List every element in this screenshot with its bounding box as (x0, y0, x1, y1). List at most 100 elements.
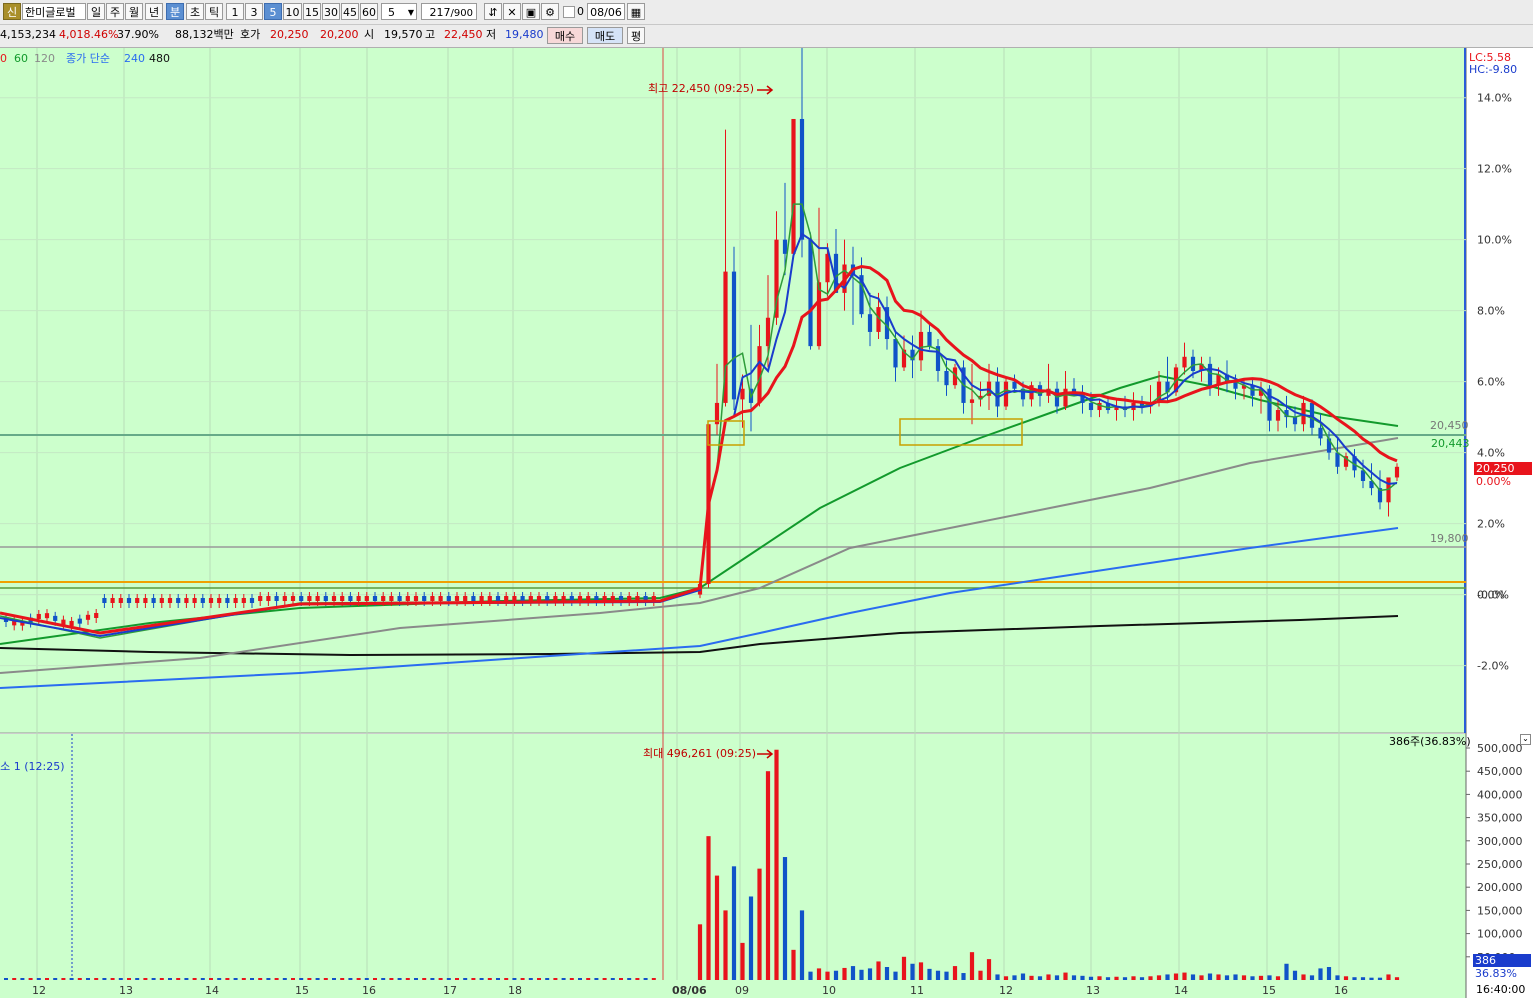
buy-button[interactable]: 매수 (547, 27, 583, 44)
volume-bar (258, 978, 263, 980)
candle-body (1275, 410, 1281, 421)
pre-candle (422, 596, 427, 601)
volume-ratio: 4,018.46% (59, 28, 119, 41)
volume-bar (1063, 972, 1068, 980)
period-tab[interactable]: 일 (87, 3, 105, 20)
volume-bar (1318, 968, 1323, 980)
checkbox[interactable] (563, 6, 575, 18)
volume-bar (774, 749, 779, 980)
line-label-20450: 20,450 (1430, 419, 1469, 432)
price-tick-label: -2.0% (1477, 660, 1509, 673)
volume-bar (782, 857, 788, 980)
current-pct-label: 0.00% (1476, 475, 1511, 488)
volume-bar (496, 978, 500, 980)
volume-bar (706, 836, 711, 980)
pre-candle (102, 598, 107, 603)
volume-bar (348, 978, 353, 980)
candle-body (1207, 363, 1213, 386)
volume-bar (1003, 976, 1009, 980)
volume-bar (373, 978, 377, 980)
volume-bar (1207, 973, 1213, 980)
time-tick-label: 13 (119, 984, 133, 997)
eval-button[interactable]: 평 (627, 27, 645, 44)
minute-tab[interactable]: 60 (360, 3, 378, 20)
volume-bar (291, 978, 295, 980)
volume-bar (1275, 976, 1281, 980)
volume-bar (635, 978, 640, 980)
volume-bar (209, 978, 213, 980)
pre-candle (372, 596, 378, 601)
price-chart[interactable]: 14.0%12.0%10.0%8.0%6.0%4.0%2.0%0.0%-0.0%… (0, 48, 1533, 998)
minute-tab[interactable]: 3 (245, 3, 263, 20)
volume-bar (927, 968, 932, 980)
minute-tab[interactable]: 15 (303, 3, 321, 20)
volume-tick-label: 450,000 (1477, 765, 1523, 778)
pre-candle (94, 613, 99, 619)
gear-icon[interactable]: ⚙ (541, 3, 559, 20)
panel-toggle-icon[interactable]: ⌄ (1520, 734, 1531, 745)
time-tick-label: 18 (508, 984, 522, 997)
volume-bar (825, 971, 830, 980)
pre-candle (282, 596, 287, 601)
volume-bar (1054, 975, 1060, 980)
low-price: 19,480 (505, 28, 544, 41)
chart-area[interactable]: 14.0% 12.0% 10.0% 8.0% 6.0% 4.0% 2.0% 0.0% -0.0%… (0, 48, 1533, 998)
pre-candle (143, 598, 148, 603)
volume-tick-label: 100,000 (1477, 928, 1523, 941)
price-tick-label: 4.0% (1477, 447, 1505, 460)
volume-bar (1301, 974, 1306, 980)
sell-button[interactable]: 매도 (587, 27, 623, 44)
pre-candle (77, 618, 82, 624)
period-tab[interactable]: 월 (125, 3, 143, 20)
volume-bar (438, 978, 443, 980)
save-icon[interactable]: ▣ (522, 3, 540, 20)
volume-bar (1394, 977, 1400, 980)
time-tick-label: 15 (295, 984, 309, 997)
minute-tab[interactable]: 30 (322, 3, 340, 20)
date-field[interactable]: 08/06 (587, 3, 625, 20)
volume-bar (200, 978, 205, 980)
low-label: 저 (486, 28, 497, 41)
volume-bar (740, 942, 745, 980)
volume-bar (1309, 975, 1315, 980)
volume-bar (282, 978, 287, 980)
pre-candle (110, 598, 115, 603)
price-tick-label: 8.0% (1477, 305, 1505, 318)
period-tab[interactable]: 주 (106, 3, 124, 20)
minute-tab[interactable]: 45 (341, 3, 359, 20)
stock-name-field[interactable]: 한미글로벌 (22, 3, 86, 20)
minute-tab[interactable]: 10 (283, 3, 302, 20)
minute-tab[interactable]: 5 (264, 3, 282, 20)
pre-candle (504, 596, 509, 601)
volume-badge-pct: 36.83% (1475, 967, 1517, 980)
minute-tab[interactable]: 1 (226, 3, 244, 20)
volume-bar (69, 978, 74, 980)
pre-candle (430, 596, 435, 601)
pre-candle (208, 598, 214, 603)
volume-bar (397, 978, 402, 980)
volume-bar (1352, 977, 1357, 980)
pre-candle (340, 596, 345, 601)
period-tab[interactable]: 년 (145, 3, 163, 20)
period-tab[interactable]: 틱 (205, 3, 223, 20)
calendar-icon[interactable]: ▦ (627, 3, 645, 20)
volume-bar (1267, 975, 1272, 980)
volume-bar (545, 978, 550, 980)
volume-bar (1224, 975, 1230, 980)
turnover: 37.90% (117, 28, 159, 41)
chart-tool-icon[interactable]: ⇵ (484, 3, 502, 20)
close-time-label: 16:40:00 (1476, 983, 1526, 996)
period-tab[interactable]: 초 (186, 3, 204, 20)
count-field[interactable]: 217/900 (421, 3, 477, 20)
interval-select[interactable]: 5 ▼ (381, 3, 417, 20)
period-tab[interactable]: 분 (166, 3, 184, 20)
volume-bar (340, 978, 345, 980)
volume-bar (867, 968, 873, 980)
cross-tool-icon[interactable]: ✕ (503, 3, 521, 20)
price-tick-label: 2.0% (1477, 518, 1505, 531)
interval-value: 5 (388, 6, 395, 19)
pre-candle (233, 598, 238, 603)
pre-candle (225, 598, 230, 603)
volume-bar (714, 875, 720, 980)
ma-legend-a: 0 (0, 52, 7, 65)
